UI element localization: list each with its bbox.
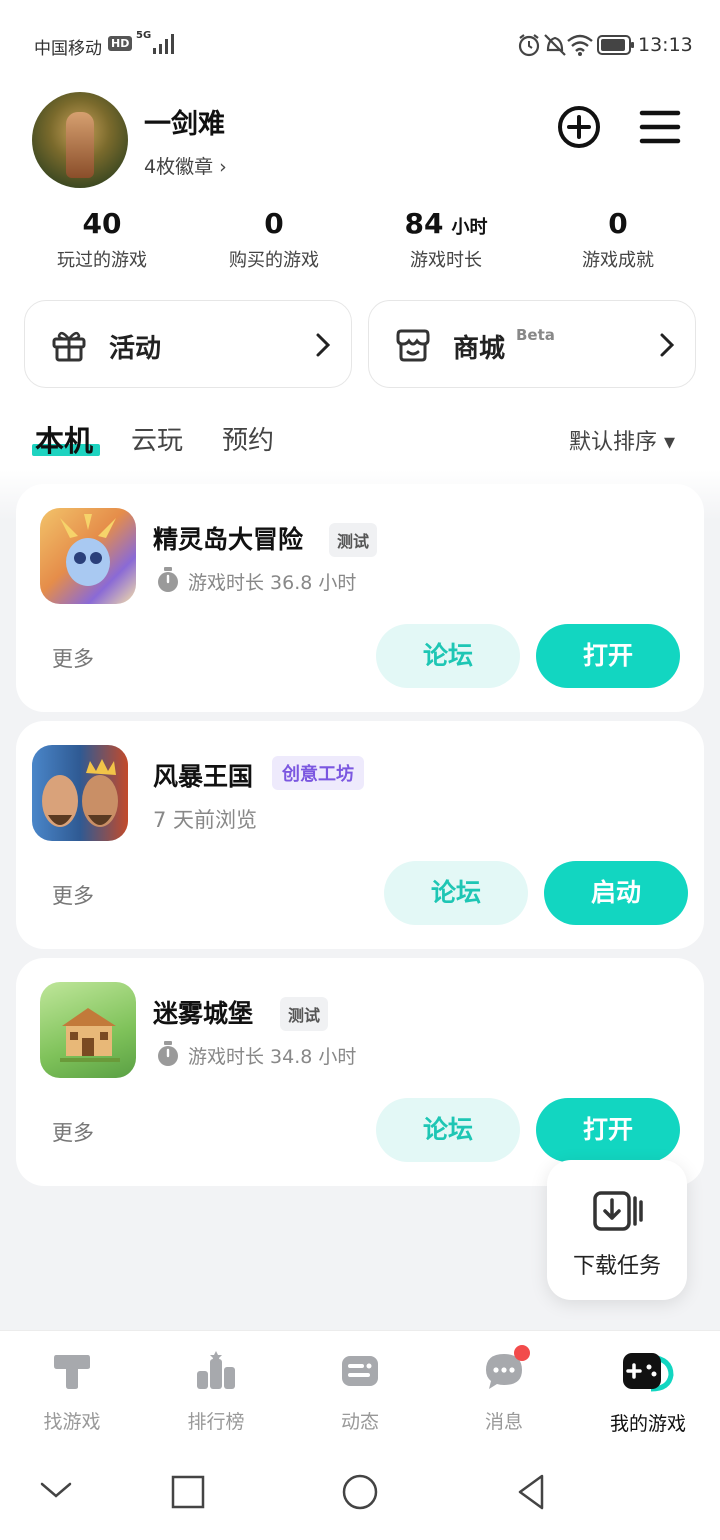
gift-icon [52,331,86,362]
nav-messages[interactable]: 消息 [432,1341,576,1434]
store-icon [396,329,430,362]
tab-local[interactable]: 本机 [35,418,93,460]
chevron-right-icon [660,333,675,357]
status-bar: 中国移动 HD 5G 13:13 [0,30,720,62]
game-icon[interactable] [40,508,136,604]
download-tasks-label: 下载任务 [572,1254,661,1279]
stat-played-games[interactable]: 40 玩过的游戏 [16,206,188,272]
badges-link[interactable]: 4枚徽章 › [144,152,227,179]
more-link[interactable]: 更多 [52,643,94,673]
open-button[interactable]: 打开 [536,624,680,688]
beta-badge: Beta [516,326,555,344]
network-type: 5G [136,30,152,41]
stat-play-time[interactable]: 84 小时 游戏时长 [360,206,532,272]
test-tag: 测试 [280,997,329,1031]
stat-value: 0 [264,207,284,240]
carrier-name: 中国移动 [34,39,102,59]
download-icon [593,1191,643,1231]
game-title: 风暴王国 [153,762,254,791]
menu-icon[interactable] [637,104,683,150]
activity-card[interactable]: 活动 [24,300,352,388]
game-title: 精灵岛大冒险 [153,525,304,554]
tab-reserved[interactable]: 预约 [222,420,274,457]
last-viewed: 7 天前浏览 [153,808,258,832]
system-nav-bar [0,1446,720,1540]
signal-icon [153,34,174,54]
recents-square-icon[interactable] [170,1474,206,1510]
stat-label: 游戏时长 [410,250,482,271]
nav-label: 消息 [484,1411,523,1433]
stat-value: 0 [608,207,628,240]
home-circle-icon[interactable] [340,1472,380,1512]
download-tasks-button[interactable]: 下载任务 [547,1160,687,1300]
game-card[interactable]: 风暴王国 创意工坊 7 天前浏览 更多 论坛 启动 [16,721,704,949]
stat-unit: 小时 [451,217,488,238]
store-label: 商城 [453,334,506,364]
stat-label: 游戏成就 [582,250,654,271]
game-icon[interactable] [40,982,136,1078]
more-link[interactable]: 更多 [52,880,94,910]
nav-label: 我的游戏 [609,1413,686,1435]
find-game-icon [54,1355,90,1389]
more-link[interactable]: 更多 [52,1117,94,1147]
nav-label: 找游戏 [43,1411,101,1433]
open-button[interactable]: 打开 [536,1098,680,1162]
feed-icon [342,1356,378,1386]
launch-button[interactable]: 启动 [544,861,688,925]
nav-feed[interactable]: 动态 [288,1341,432,1434]
nav-find-game[interactable]: 找游戏 [0,1341,144,1434]
clock: 13:13 [638,34,693,56]
nav-label: 动态 [340,1411,379,1433]
ranking-icon [197,1351,235,1389]
bottom-nav: 找游戏 排行榜 动态 消息 我的游戏 [0,1330,720,1446]
stat-value: 40 [82,207,122,240]
stat-value: 84 [404,207,444,240]
chevron-right-icon [316,333,331,357]
store-card[interactable]: 商城 Beta [368,300,696,388]
stopwatch-icon [158,1041,178,1066]
nav-label: 排行榜 [187,1411,245,1433]
play-time: 游戏时长 34.8 小时 [188,1046,357,1068]
stopwatch-icon [158,567,178,592]
unread-dot [514,1345,530,1361]
play-time: 游戏时长 36.8 小时 [188,572,357,594]
wifi-icon [567,34,593,56]
my-games-icon [623,1353,674,1392]
workshop-tag: 创意工坊 [272,756,364,790]
username: 一剑难 [144,109,225,140]
nav-my-games[interactable]: 我的游戏 [576,1341,720,1436]
stat-label: 玩过的游戏 [57,250,147,271]
activity-label: 活动 [109,334,162,364]
game-title: 迷雾城堡 [153,999,254,1028]
alarm-icon [518,34,540,57]
mute-icon [544,34,566,56]
avatar[interactable] [32,92,128,188]
game-card[interactable]: 迷雾城堡 测试 游戏时长 34.8 小时 更多 论坛 打开 [16,958,704,1186]
battery-icon [597,35,634,55]
stat-achievements[interactable]: 0 游戏成就 [532,206,704,272]
forum-button[interactable]: 论坛 [384,861,528,925]
nav-ranking[interactable]: 排行榜 [144,1341,288,1434]
forum-button[interactable]: 论坛 [376,624,520,688]
test-tag: 测试 [329,523,378,557]
back-triangle-icon[interactable] [514,1472,550,1512]
forum-button[interactable]: 论坛 [376,1098,520,1162]
collapse-chevron-icon[interactable] [38,1478,74,1502]
game-card[interactable]: 精灵岛大冒险 测试 游戏时长 36.8 小时 更多 论坛 打开 [16,484,704,712]
sort-dropdown[interactable]: 默认排序 ▾ [569,424,675,456]
game-icon[interactable] [32,745,128,841]
tab-cloud[interactable]: 云玩 [131,420,183,457]
add-icon[interactable] [556,104,602,150]
stat-label: 购买的游戏 [229,250,319,271]
stat-purchased-games[interactable]: 0 购买的游戏 [188,206,360,272]
hd-badge: HD [108,36,133,51]
